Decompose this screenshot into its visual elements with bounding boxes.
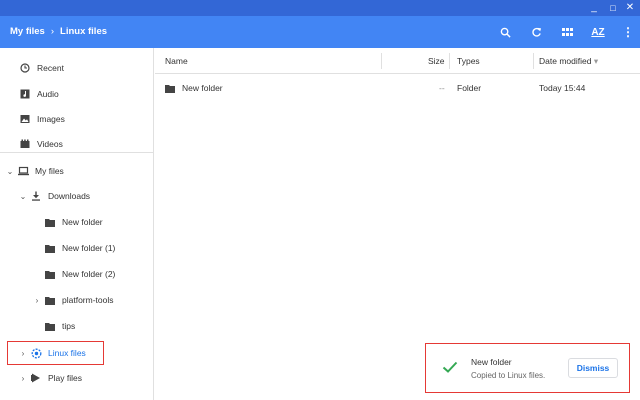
column-header-row: Name Size Types Date modified ▾ <box>155 48 640 74</box>
check-icon <box>442 361 458 373</box>
file-type: Folder <box>457 83 482 93</box>
chevron-right-icon[interactable]: › <box>18 374 28 383</box>
minimize-button[interactable]: _ <box>584 0 604 16</box>
sidebar-item-label: Images <box>37 114 65 124</box>
window-titlebar: _ □ ✕ <box>0 0 640 16</box>
audio-icon <box>20 89 30 99</box>
chevron-down-icon[interactable]: ⌄ <box>5 167 15 176</box>
sidebar-item-downloads[interactable]: ⌄ Downloads <box>0 183 154 209</box>
sidebar-item-new-folder-1[interactable]: New folder (1) <box>0 235 154 261</box>
sidebar-item-play-files[interactable]: › Play files <box>0 365 154 391</box>
sort-arrow-icon: ▾ <box>593 56 599 66</box>
notification-message: Copied to Linux files. <box>471 371 546 380</box>
sidebar-item-label: tips <box>62 321 76 331</box>
search-icon <box>500 27 511 38</box>
column-divider[interactable] <box>449 53 450 69</box>
notification-title: New folder <box>471 357 512 367</box>
folder-icon <box>45 322 55 331</box>
sidebar-item-label: platform-tools <box>62 295 114 305</box>
laptop-icon <box>17 166 29 176</box>
folder-icon <box>45 218 55 227</box>
breadcrumb-separator: › <box>50 26 55 37</box>
sidebar-item-label: New folder (2) <box>62 269 116 279</box>
sidebar-item-label: Audio <box>37 89 59 99</box>
clock-icon <box>20 63 30 73</box>
close-button[interactable]: ✕ <box>620 0 640 16</box>
sidebar-item-label: My files <box>35 166 64 176</box>
sidebar-item-label: Play files <box>48 373 83 383</box>
app-header: My files › Linux files AZ ⋮ <box>0 16 640 48</box>
sidebar-item-label: New folder <box>62 217 103 227</box>
video-icon <box>20 139 30 148</box>
sidebar-item-recent[interactable]: Recent <box>0 55 154 81</box>
copy-notification: New folder Copied to Linux files. Dismis… <box>425 343 630 393</box>
sidebar-item-label: New folder (1) <box>62 243 116 253</box>
download-icon <box>32 191 40 201</box>
refresh-icon <box>531 27 541 37</box>
sidebar-item-tips[interactable]: tips <box>0 313 154 339</box>
grid-view-icon <box>561 27 573 36</box>
column-divider[interactable] <box>381 53 382 69</box>
file-size: -- <box>439 83 445 93</box>
folder-icon <box>45 270 55 279</box>
sidebar-item-linux-files[interactable]: › Linux files <box>0 340 154 366</box>
play-store-icon <box>31 373 40 383</box>
column-date-label: Date modified <box>539 56 592 66</box>
file-date: Today 15:44 <box>539 83 586 93</box>
sidebar-item-videos[interactable]: Videos <box>0 131 154 157</box>
sidebar-item-new-folder[interactable]: New folder <box>0 209 154 235</box>
sidebar: Recent Audio Images Videos ⌄ My files ⌄ … <box>0 48 154 400</box>
chevron-right-icon[interactable]: › <box>32 296 42 305</box>
sidebar-item-label: Videos <box>37 139 63 149</box>
sidebar-item-new-folder-2[interactable]: New folder (2) <box>0 261 154 287</box>
column-types[interactable]: Types <box>457 48 480 74</box>
search-button[interactable] <box>496 23 514 41</box>
column-date-modified[interactable]: Date modified ▾ <box>539 48 598 74</box>
column-name[interactable]: Name <box>165 48 188 74</box>
sidebar-divider <box>0 152 154 153</box>
refresh-button[interactable] <box>527 23 545 41</box>
breadcrumb-my-files[interactable]: My files <box>10 26 45 37</box>
folder-icon <box>45 244 55 253</box>
grid-view-button[interactable] <box>558 23 576 41</box>
sidebar-item-images[interactable]: Images <box>0 106 154 132</box>
dismiss-button[interactable]: Dismiss <box>568 358 618 378</box>
chevron-down-icon[interactable]: ⌄ <box>18 192 28 201</box>
breadcrumb-linux-files[interactable]: Linux files <box>60 26 107 37</box>
sidebar-item-label: Linux files <box>48 348 86 358</box>
breadcrumb: My files › Linux files <box>10 16 107 48</box>
sidebar-item-label: Recent <box>37 63 64 73</box>
file-name: New folder <box>182 83 223 93</box>
folder-icon <box>165 85 175 93</box>
chevron-right-icon[interactable]: › <box>18 349 28 358</box>
linux-icon <box>31 348 41 358</box>
sidebar-item-audio[interactable]: Audio <box>0 81 154 107</box>
more-options-button[interactable]: ⋮ <box>619 23 637 41</box>
column-size[interactable]: Size <box>428 48 445 74</box>
table-row[interactable]: New folder -- Folder Today 15:44 <box>155 75 640 101</box>
image-icon <box>20 115 30 123</box>
sort-button[interactable]: AZ <box>587 23 609 41</box>
sidebar-item-label: Downloads <box>48 191 91 201</box>
sidebar-item-platform-tools[interactable]: › platform-tools <box>0 287 154 313</box>
folder-icon <box>45 296 55 305</box>
column-divider[interactable] <box>533 53 534 69</box>
sidebar-item-my-files[interactable]: ⌄ My files <box>0 158 154 184</box>
